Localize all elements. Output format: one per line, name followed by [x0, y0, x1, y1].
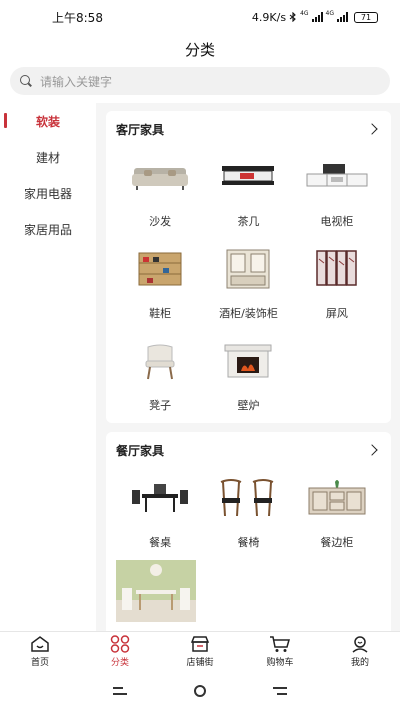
category-item-screen[interactable]: 屏风 [293, 239, 381, 321]
wine-cabinet-icon [213, 239, 283, 299]
sidebar-item-label: 家用电器 [23, 186, 72, 201]
shoe-cabinet-icon [125, 239, 195, 299]
page-header: 分类 [0, 34, 400, 64]
category-item-dining-chair[interactable]: 餐椅 [204, 468, 292, 550]
category-item-label: 鞋柜 [149, 307, 172, 320]
sidebar-item-home-appliances[interactable]: 家用电器 [0, 175, 96, 211]
bottom-tab-bar: 首页 分类 店铺街 购物车 我的 [0, 631, 400, 671]
sidebar-item-label: 软装 [35, 114, 60, 129]
sidebar-item-label: 家居用品 [23, 222, 72, 237]
profile-icon [352, 636, 368, 653]
tab-label: 分类 [110, 658, 129, 668]
category-item-fireplace[interactable]: 壁炉 [204, 331, 292, 413]
dining-room-photo [116, 560, 196, 622]
network-type-2: 4G [325, 9, 334, 17]
page-title: 分类 [184, 40, 215, 59]
sidebar-item-household-goods[interactable]: 家居用品 [0, 211, 96, 247]
tab-cart[interactable]: 购物车 [240, 632, 320, 671]
category-item-label: 屏风 [325, 307, 348, 320]
tab-label: 我的 [350, 658, 369, 668]
chevron-right-icon [366, 444, 378, 456]
category-item-label: 沙发 [149, 215, 172, 228]
category-item-shoe-cabinet[interactable]: 鞋柜 [116, 239, 204, 321]
tab-home[interactable]: 首页 [0, 632, 80, 671]
category-icon [110, 635, 130, 653]
network-type-1: 4G [300, 9, 309, 17]
stool-icon [125, 331, 195, 391]
category-item-sofa[interactable]: 沙发 [116, 147, 204, 229]
section-title: 餐厅家具 [116, 443, 165, 458]
search-input[interactable]: 请输入关键字 [10, 67, 390, 95]
dining-chair-icon [213, 468, 283, 528]
screen-icon [302, 239, 372, 299]
home-icon [31, 636, 49, 652]
category-item-label: 茶几 [237, 215, 260, 228]
category-item-stool[interactable]: 凳子 [116, 331, 204, 413]
section-dining-room: 餐厅家具 餐桌 餐椅 餐边柜 [106, 432, 391, 631]
section-header[interactable]: 餐厅家具 [116, 432, 381, 468]
sideboard-icon [302, 468, 372, 528]
tab-store-street[interactable]: 店铺街 [160, 632, 240, 671]
tab-label: 购物车 [266, 658, 294, 668]
category-sidebar: 软装 建材 家用电器 家居用品 [0, 103, 96, 631]
category-main: 软装 建材 家用电器 家居用品 客厅家具 沙发 茶几 电视柜 鞋柜 酒柜/装饰柜… [0, 103, 400, 631]
status-indicators: 4.9K/s 4G 4G 71 [251, 9, 378, 24]
menu-nav-icon[interactable] [113, 686, 128, 696]
category-content: 客厅家具 沙发 茶几 电视柜 鞋柜 酒柜/装饰柜 屏风 凳子 壁炉 餐厅家具 餐… [96, 103, 400, 631]
category-item-tv-cabinet[interactable]: 电视柜 [293, 147, 381, 229]
category-item-label: 酒柜/装饰柜 [219, 307, 278, 320]
tv-cabinet-icon [302, 147, 372, 207]
tab-category[interactable]: 分类 [80, 632, 160, 671]
status-bar: 上午8:58 4.9K/s 4G 4G 71 [0, 0, 400, 34]
home-nav-icon[interactable] [193, 685, 206, 697]
category-item-label: 凳子 [149, 399, 172, 412]
search-placeholder: 请输入关键字 [40, 74, 113, 89]
signal-icon-1 [311, 12, 323, 22]
sidebar-item-label: 建材 [35, 150, 60, 165]
section-header[interactable]: 客厅家具 [116, 111, 381, 147]
category-grid: 沙发 茶几 电视柜 鞋柜 酒柜/装饰柜 屏风 凳子 壁炉 [116, 147, 381, 413]
category-item-coffee-table[interactable]: 茶几 [204, 147, 292, 229]
fireplace-icon [213, 331, 283, 391]
sofa-icon [125, 147, 195, 207]
category-item-label: 壁炉 [237, 399, 260, 412]
chevron-right-icon [366, 123, 378, 135]
status-time: 上午8:58 [52, 10, 103, 25]
section-living-room: 客厅家具 沙发 茶几 电视柜 鞋柜 酒柜/装饰柜 屏风 凳子 壁炉 [106, 111, 391, 423]
battery-icon: 71 [354, 11, 378, 23]
category-item-sideboard[interactable]: 餐边柜 [293, 468, 381, 550]
network-speed: 4.9K/s [251, 10, 287, 24]
back-nav-icon[interactable] [272, 686, 287, 696]
store-icon [190, 636, 210, 652]
tab-profile[interactable]: 我的 [320, 632, 400, 671]
sidebar-item-building-materials[interactable]: 建材 [0, 139, 96, 175]
search-icon [20, 75, 32, 87]
bluetooth-icon [289, 12, 296, 22]
signal-icon-2 [337, 12, 348, 22]
category-item-label: 餐桌 [149, 536, 172, 549]
tab-label: 店铺街 [186, 658, 214, 668]
sidebar-item-soft-furnishing[interactable]: 软装 [0, 103, 96, 139]
category-grid: 餐桌 餐椅 餐边柜 [116, 468, 381, 631]
section-title: 客厅家具 [116, 122, 165, 137]
category-item-dining-room[interactable] [116, 560, 204, 631]
dining-table-icon [125, 468, 195, 528]
category-item-label: 电视柜 [320, 215, 354, 228]
coffee-table-icon [213, 147, 283, 207]
category-item-label: 餐椅 [237, 536, 260, 549]
system-nav-bar [0, 671, 400, 711]
cart-icon [270, 636, 290, 652]
search-bar: 请输入关键字 [0, 64, 400, 95]
category-item-wine-cabinet[interactable]: 酒柜/装饰柜 [204, 239, 292, 321]
category-item-dining-table[interactable]: 餐桌 [116, 468, 204, 550]
category-item-label: 餐边柜 [320, 536, 354, 549]
tab-label: 首页 [30, 658, 49, 668]
